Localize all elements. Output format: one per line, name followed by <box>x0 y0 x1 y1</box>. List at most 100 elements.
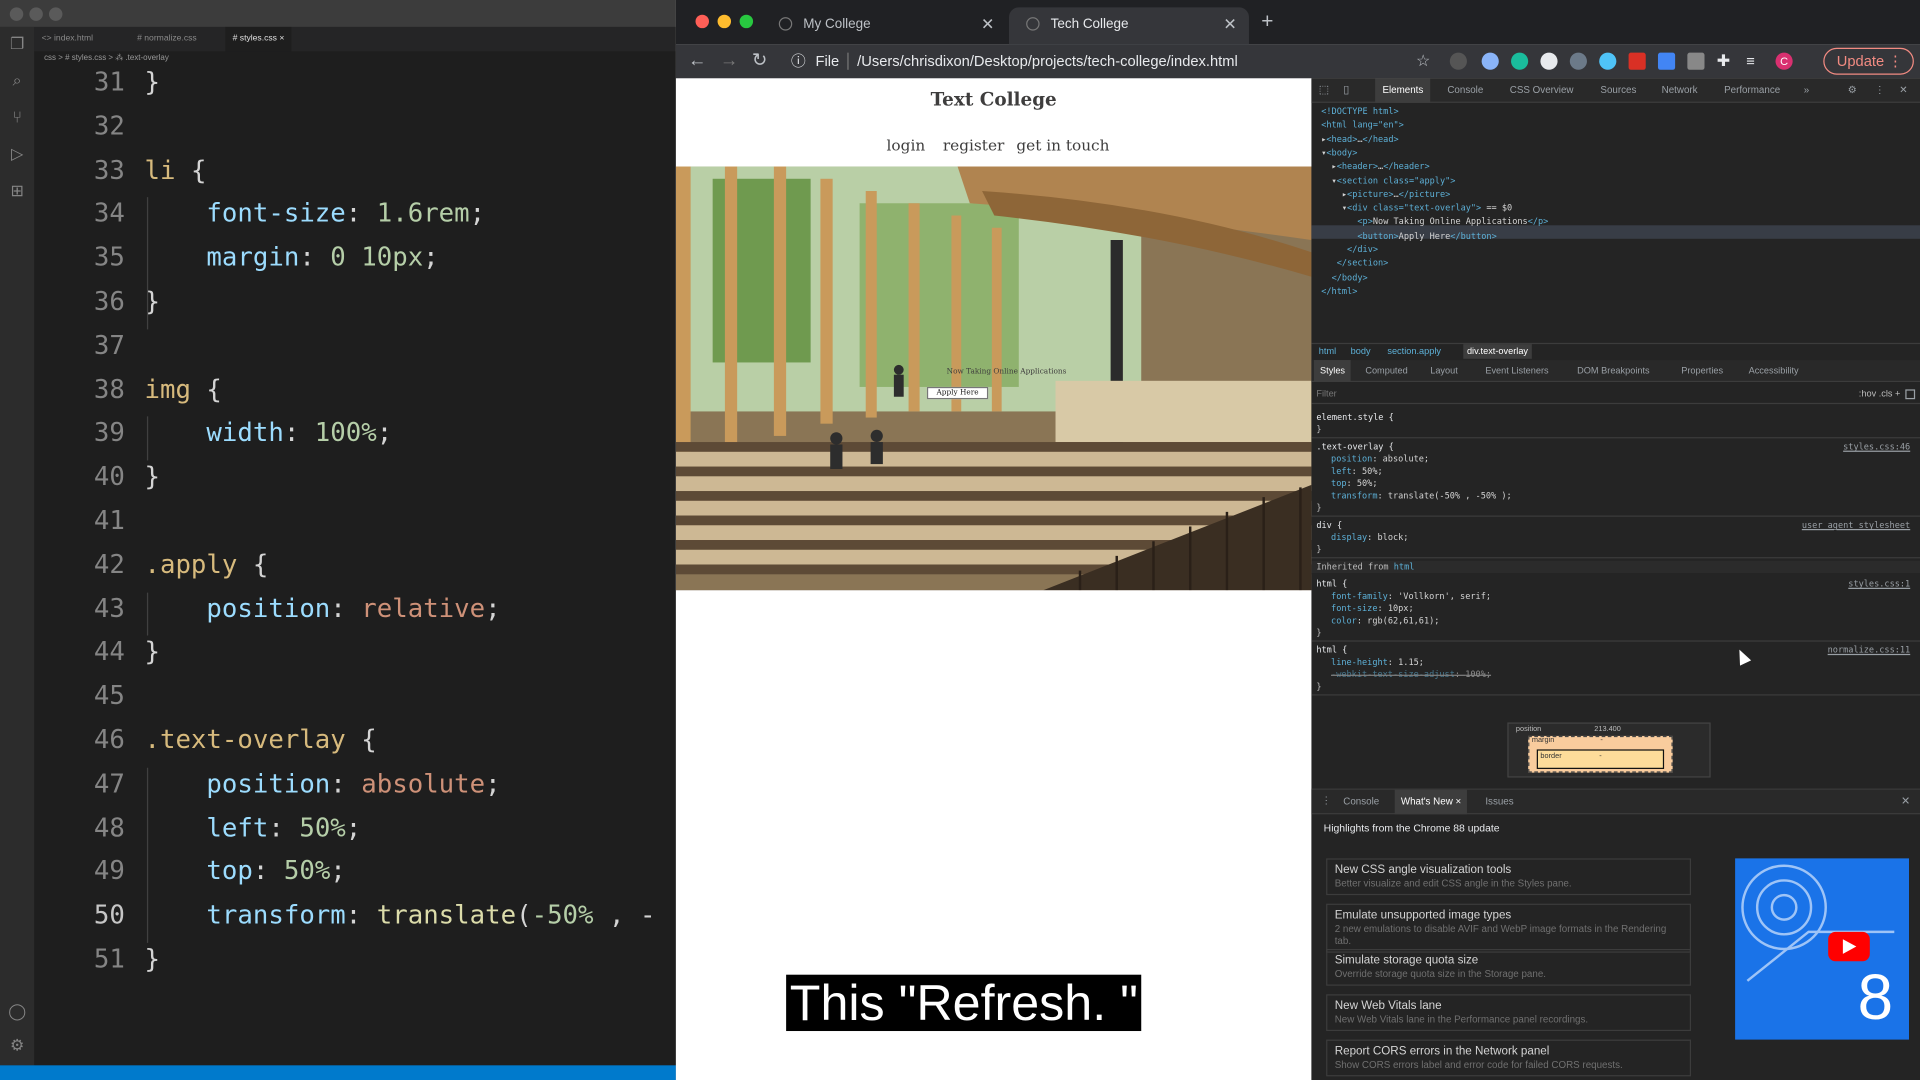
tab-network[interactable]: Network <box>1662 78 1698 102</box>
whats-new-card[interactable]: New CSS angle visualization tools Better … <box>1326 858 1692 896</box>
subtab-properties[interactable]: Properties <box>1681 360 1723 382</box>
style-declaration[interactable]: color: rgb(62,61,61); <box>1311 615 1920 627</box>
subtab-computed[interactable]: Computed <box>1365 360 1407 382</box>
style-source-link[interactable]: styles.css:1 <box>1848 578 1910 590</box>
nav-login-link[interactable]: login <box>887 136 926 154</box>
forward-arrow-icon[interactable]: → <box>720 50 738 72</box>
tab-console[interactable]: Console <box>1447 78 1483 102</box>
tab-performance[interactable]: Performance <box>1724 78 1780 102</box>
dom-node-line[interactable]: ▾<body> <box>1321 147 1357 160</box>
info-icon[interactable]: ⓘ <box>791 48 806 75</box>
subtab-event-listeners[interactable]: Event Listeners <box>1485 360 1548 382</box>
whats-new-card[interactable]: Emulate unsupported image types 2 new emu… <box>1326 903 1692 953</box>
code-line[interactable]: left: 50%; <box>144 811 361 843</box>
crumb-section-apply[interactable]: section.apply <box>1387 344 1441 359</box>
code-line[interactable]: transform: translate(-50% , - <box>144 899 655 931</box>
dom-node-line[interactable]: <p>Now Taking Online Applications</p> <box>1321 216 1548 229</box>
browser-tab-tech-college[interactable]: Tech College ✕ <box>1008 7 1249 45</box>
code-line[interactable]: top: 50%; <box>144 855 345 887</box>
nav-get-in-touch-link[interactable]: get in touch <box>1016 136 1109 154</box>
address-bar[interactable]: ⓘ File /Users/chrisdixon/Desktop/project… <box>786 48 1433 75</box>
close-window-button[interactable] <box>9 7 24 21</box>
crumb-div-text-overlay[interactable]: div.text-overlay <box>1463 344 1532 359</box>
extension-teal-icon[interactable] <box>1511 52 1529 70</box>
style-declaration[interactable]: -webkit-text-size-adjust: 100%; <box>1311 669 1920 681</box>
style-rule-selector[interactable]: div {user agent stylesheet <box>1311 519 1920 531</box>
source-control-icon[interactable]: ⑂ <box>7 108 27 128</box>
back-arrow-icon[interactable]: ← <box>688 50 706 72</box>
style-source-link[interactable]: normalize.css:11 <box>1828 644 1911 656</box>
tab-normalize-css[interactable]: # normalize.css <box>130 27 204 51</box>
close-tab-icon[interactable]: ✕ <box>981 7 994 41</box>
dom-node-line[interactable]: ▸<header>…</header> <box>1321 161 1430 174</box>
extension-red-icon[interactable] <box>1628 52 1646 70</box>
inherited-from-tag[interactable]: html <box>1394 562 1415 572</box>
browser-minimize-button[interactable] <box>717 14 732 29</box>
devtools-menu-icon[interactable]: ⋮ <box>1875 78 1885 102</box>
settings-gear-icon[interactable]: ⚙ <box>7 1036 27 1056</box>
style-declaration[interactable]: font-family: 'Vollkorn', serif; <box>1311 590 1920 602</box>
code-editor[interactable]: 31 32 33 34 35 36 37 38 39 40 41 42 43 44 45 46 47 48 49 50… <box>34 66 676 1066</box>
maximize-window-button[interactable] <box>48 7 63 21</box>
dom-node-line[interactable]: <!DOCTYPE html> <box>1321 105 1398 118</box>
inspect-element-icon[interactable]: ⬚ <box>1319 83 1329 96</box>
extensions-puzzle-icon[interactable]: ✚ <box>1717 52 1734 70</box>
code-line[interactable]: .apply { <box>144 548 268 580</box>
profile-avatar[interactable]: C <box>1775 52 1793 70</box>
reload-icon[interactable]: ↻ <box>752 50 767 72</box>
drawer-tab-console[interactable]: Console <box>1343 790 1379 814</box>
apply-here-button[interactable]: Apply Here <box>926 386 989 400</box>
whats-new-card[interactable]: Simulate storage quota size Override stor… <box>1326 948 1692 986</box>
dom-node-line[interactable]: ▾<section class="apply"> <box>1321 174 1456 187</box>
style-rule-selector[interactable]: html {styles.css:1 <box>1311 578 1920 590</box>
search-icon[interactable]: ⌕ <box>7 71 27 91</box>
tab-sources[interactable]: Sources <box>1600 78 1636 102</box>
extension-gear-icon[interactable] <box>1569 52 1587 70</box>
style-rule-selector[interactable]: .text-overlay {styles.css:46 <box>1311 441 1920 453</box>
whats-new-card[interactable]: Report CORS errors in the Network panel S… <box>1326 1039 1692 1077</box>
extension-pen-icon[interactable] <box>1449 52 1467 70</box>
nav-register-link[interactable]: register <box>943 136 1004 154</box>
style-source-link[interactable]: styles.css:46 <box>1843 441 1910 453</box>
tab-index-html[interactable]: <> index.html <box>34 27 100 51</box>
code-line[interactable]: font-size: 1.6rem; <box>144 198 485 230</box>
devtools-settings-gear-icon[interactable]: ⚙ <box>1848 78 1857 102</box>
code-line[interactable]: .text-overlay { <box>144 724 376 756</box>
styles-filter-input[interactable]: Filter :hov .cls + <box>1311 384 1920 405</box>
dom-node-line[interactable]: ▾<div class="text-overlay"> == $0 <box>1321 202 1512 215</box>
style-declaration[interactable]: line-height: 1.15; <box>1311 656 1920 668</box>
dom-node-line[interactable]: </body> <box>1321 271 1368 284</box>
explorer-icon[interactable]: ❐ <box>7 34 27 54</box>
chrome-88-promo-video[interactable]: 8 <box>1735 858 1909 1040</box>
style-declaration[interactable]: display: block; <box>1311 531 1920 543</box>
computed-sidebar-toggle-icon[interactable] <box>1905 389 1916 400</box>
extensions-icon[interactable]: ⊞ <box>7 181 27 201</box>
dom-node-line[interactable]: <html lang="en"> <box>1321 119 1404 132</box>
dom-node-line[interactable]: ▸<head>…</head> <box>1321 133 1398 146</box>
dom-node-line[interactable]: </div> <box>1321 244 1378 257</box>
subtab-dom-breakpoints[interactable]: DOM Breakpoints <box>1577 360 1649 382</box>
dom-node-line[interactable]: ▸<picture>…</picture> <box>1321 188 1450 201</box>
style-declaration[interactable]: top: 50%; <box>1311 478 1920 490</box>
code-line[interactable]: position: relative; <box>144 592 500 624</box>
drawer-tab-whats-new[interactable]: What's New × <box>1394 789 1468 815</box>
tab-styles-css[interactable]: # styles.css × <box>225 26 292 52</box>
browser-close-button[interactable] <box>695 14 709 29</box>
breadcrumb[interactable]: css > # styles.css > ⁂ .text-overlay <box>34 51 676 67</box>
device-toolbar-icon[interactable]: ▯ <box>1343 83 1349 96</box>
style-source-link[interactable]: user agent stylesheet <box>1802 519 1910 531</box>
bookmark-star-icon[interactable]: ☆ <box>1416 48 1430 75</box>
browser-maximize-button[interactable] <box>739 14 754 29</box>
new-tab-plus-icon[interactable]: + <box>1261 10 1273 34</box>
drawer-menu-icon[interactable]: ⋮ <box>1321 795 1331 806</box>
code-line[interactable]: li { <box>144 154 206 186</box>
reading-list-icon[interactable]: ≡ <box>1746 53 1763 70</box>
style-rule-selector[interactable]: html {normalize.css:11 <box>1311 644 1920 656</box>
style-declaration[interactable]: transform: translate(-50% , -50% ); <box>1311 490 1920 502</box>
tab-elements[interactable]: Elements <box>1375 78 1431 103</box>
devtools-close-icon[interactable]: ✕ <box>1899 78 1907 102</box>
drawer-tab-issues[interactable]: Issues <box>1485 790 1513 814</box>
whats-new-card[interactable]: New Web Vitals lane New Web Vitals lane i… <box>1326 994 1692 1032</box>
account-icon[interactable]: ◯ <box>7 1002 27 1022</box>
code-line[interactable]: } <box>144 636 159 668</box>
